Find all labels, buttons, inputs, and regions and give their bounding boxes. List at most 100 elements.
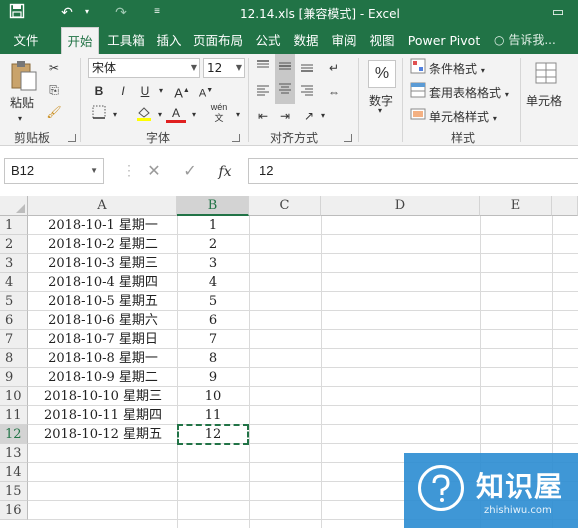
column-header-c[interactable]: C [249,196,321,216]
phonetic-button[interactable]: wén 文 [208,102,230,123]
row-header[interactable]: 6 [0,311,28,330]
tab-home[interactable]: 开始 [61,27,99,54]
column-header-f[interactable] [552,196,578,216]
column-header-e[interactable]: E [480,196,552,216]
cell-a[interactable] [29,501,177,520]
column-header-a[interactable]: A [28,196,177,216]
paste-button[interactable]: 粘贴 [10,94,34,111]
cell-b[interactable]: 2 [178,235,248,254]
insert-function-button[interactable]: fx [214,163,236,181]
row-header[interactable]: 10 [0,387,28,406]
cell-a[interactable]: 2018-10-8 星期一 [29,349,177,368]
cell-b[interactable]: 10 [178,387,248,406]
undo-icon[interactable]: ↶ [58,3,76,21]
align-middle-icon[interactable] [275,54,295,82]
phonetic-dropdown-icon[interactable]: ▾ [228,105,248,125]
font-color-dropdown-icon[interactable]: ▾ [184,105,204,125]
row-header[interactable]: 16 [0,501,28,520]
column-header-b[interactable]: B [177,196,249,216]
align-center-icon[interactable] [275,80,295,104]
row-header[interactable]: 11 [0,406,28,425]
align-right-icon[interactable] [297,82,317,102]
italic-button[interactable]: I [113,81,133,101]
row-header[interactable]: 5 [0,292,28,311]
cell-b[interactable]: 3 [178,254,248,273]
alignment-launcher-icon[interactable] [344,134,352,142]
grow-font-icon[interactable]: A▲ [172,81,192,101]
format-table-button[interactable]: 套用表格格式 ▾ [429,84,509,101]
underline-dropdown-icon[interactable]: ▾ [151,81,171,101]
row-header[interactable]: 15 [0,482,28,501]
tab-view[interactable]: 视图 [366,27,398,54]
select-all-button[interactable] [0,196,28,216]
cell-b[interactable]: 4 [178,273,248,292]
tab-formulas[interactable]: 公式 [252,27,284,54]
font-size-combo[interactable]: 12 ▼ [203,58,245,78]
paste-icon[interactable] [10,60,38,95]
tab-page-layout[interactable]: 页面布局 [190,27,246,54]
align-top-icon[interactable] [253,58,273,78]
borders-dropdown-icon[interactable]: ▾ [105,105,125,125]
cancel-icon[interactable]: ✕ [143,163,165,181]
cell-a[interactable]: 2018-10-9 星期二 [29,368,177,387]
cell-b[interactable]: 9 [178,368,248,387]
merge-center-icon[interactable]: ⇔ [324,82,344,102]
selected-cell-b12[interactable] [177,424,249,445]
row-header[interactable]: 3 [0,254,28,273]
copy-icon[interactable]: ⎘ [44,80,64,100]
percent-style-button[interactable]: % [368,60,396,88]
cell-a[interactable]: 2018-10-4 星期四 [29,273,177,292]
cell-a[interactable] [29,482,177,501]
tab-insert[interactable]: 插入 [153,27,185,54]
bold-button[interactable]: B [89,81,109,101]
row-header[interactable]: 13 [0,444,28,463]
cell-a[interactable]: 2018-10-5 星期五 [29,292,177,311]
row-header[interactable]: 8 [0,349,28,368]
name-box[interactable]: B12 ▼ [4,158,104,184]
cell-b[interactable] [178,501,248,520]
row-header[interactable]: 1 [0,216,28,235]
row-header[interactable]: 14 [0,463,28,482]
tab-review[interactable]: 审阅 [328,27,360,54]
tab-power-pivot[interactable]: Power Pivot [404,27,484,54]
font-launcher-icon[interactable] [232,134,240,142]
tab-file[interactable]: 文件 [6,27,46,54]
cut-icon[interactable]: ✂ [44,58,64,78]
decrease-indent-icon[interactable]: ⇤ [253,106,273,126]
row-header[interactable]: 4 [0,273,28,292]
cell-a[interactable] [29,463,177,482]
align-left-icon[interactable] [253,82,273,102]
tab-data[interactable]: 数据 [290,27,322,54]
column-header-d[interactable]: D [321,196,480,216]
shrink-font-icon[interactable]: A▼ [196,81,216,101]
row-header[interactable]: 9 [0,368,28,387]
cell-a[interactable]: 2018-10-1 星期一 [29,216,177,235]
undo-dropdown-icon[interactable]: ▾ [78,3,96,21]
cell-b[interactable]: 7 [178,330,248,349]
increase-indent-icon[interactable]: ⇥ [275,106,295,126]
wrap-text-icon[interactable]: ↵ [324,58,344,78]
paste-dropdown-icon[interactable]: ▾ [18,114,22,123]
cell-a[interactable]: 2018-10-12 星期五 [29,425,177,444]
cell-a[interactable]: 2018-10-10 星期三 [29,387,177,406]
cell-a[interactable] [29,444,177,463]
cell-a[interactable]: 2018-10-3 星期三 [29,254,177,273]
conditional-format-button[interactable]: 条件格式 ▾ [429,60,485,77]
cell-a[interactable]: 2018-10-11 星期四 [29,406,177,425]
cell-a[interactable]: 2018-10-6 星期六 [29,311,177,330]
cell-b[interactable]: 8 [178,349,248,368]
row-header[interactable]: 7 [0,330,28,349]
font-color-button[interactable]: A [166,105,186,123]
number-dropdown-icon[interactable]: ▾ [378,106,382,115]
cell-b[interactable] [178,463,248,482]
formula-input[interactable]: 12 [248,158,578,184]
cell-b[interactable]: 6 [178,311,248,330]
customize-icon[interactable]: ≡ [148,3,166,21]
clipboard-launcher-icon[interactable] [68,134,76,142]
tab-toolbox[interactable]: 工具箱 [104,27,148,54]
cell-styles-button[interactable]: 单元格样式 ▾ [429,108,497,125]
save-icon[interactable] [8,3,26,21]
cell-b[interactable]: 11 [178,406,248,425]
orientation-dropdown-icon[interactable]: ▾ [313,106,333,126]
tell-me-box[interactable]: ○ 告诉我... [494,27,556,54]
